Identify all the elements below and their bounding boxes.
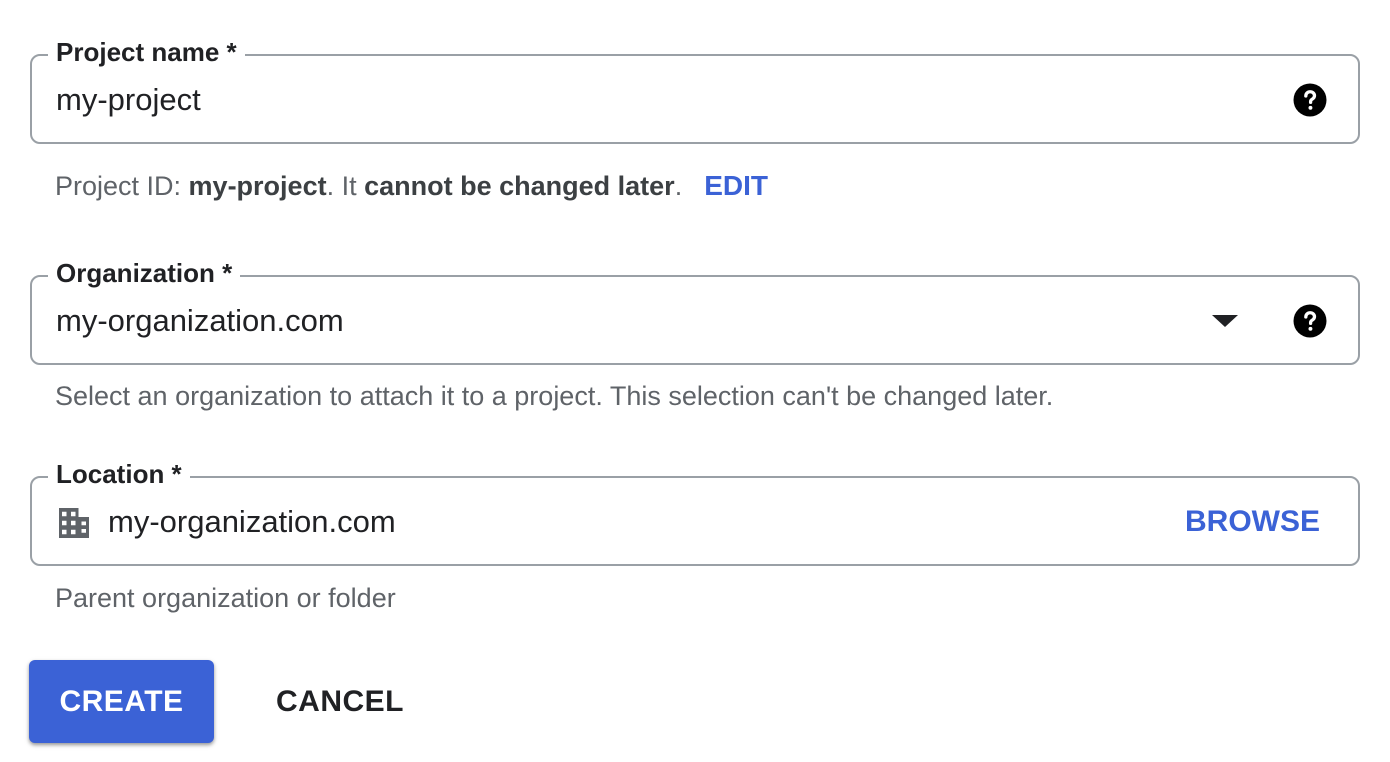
location-label: Location *: [48, 456, 190, 492]
project-name-field[interactable]: Project name * my-project: [30, 34, 1360, 144]
project-id-value: my-project: [188, 171, 327, 201]
project-id-note: Project ID: my-project. It cannot be cha…: [55, 170, 768, 201]
help-icon[interactable]: [1292, 82, 1328, 118]
location-field[interactable]: Location * my-organization.com BROWSE: [30, 456, 1360, 566]
create-button[interactable]: CREATE: [29, 660, 214, 743]
organization-building-icon: [59, 508, 89, 538]
edit-project-id-link[interactable]: EDIT: [704, 170, 768, 201]
location-helper-text: Parent organization or folder: [55, 583, 396, 613]
help-icon[interactable]: [1292, 303, 1328, 339]
project-name-label: Project name *: [48, 34, 245, 70]
browse-button[interactable]: BROWSE: [1185, 502, 1320, 542]
dropdown-arrow-icon[interactable]: [1212, 315, 1238, 327]
cancel-button[interactable]: CANCEL: [255, 660, 425, 743]
organization-label: Organization *: [48, 255, 241, 291]
project-name-input[interactable]: my-project: [56, 80, 201, 120]
cannot-change-warning: cannot be changed later: [364, 171, 675, 201]
organization-field[interactable]: Organization * my-organization.com: [30, 255, 1360, 365]
organization-helper-text: Select an organization to attach it to a…: [55, 381, 1054, 411]
organization-select-value[interactable]: my-organization.com: [56, 301, 344, 341]
location-value: my-organization.com: [108, 504, 396, 539]
